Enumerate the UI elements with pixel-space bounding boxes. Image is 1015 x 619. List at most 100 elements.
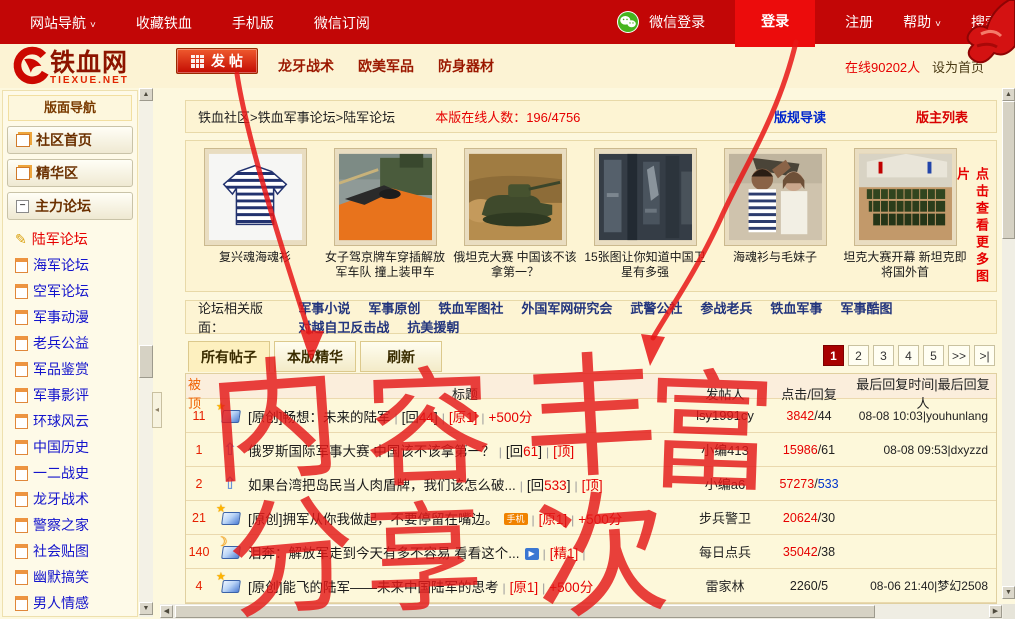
post-title-text: 俄罗斯国际军事大赛 中国该不该拿第一？	[248, 444, 495, 459]
wechat-login-link[interactable]: 微信登录	[649, 12, 705, 32]
related-board-link[interactable]: 对越自卫反击战	[298, 320, 389, 335]
sidebar-collapse-handle[interactable]: ◂	[152, 392, 162, 428]
page-button[interactable]: 3	[873, 345, 894, 366]
poster-name[interactable]: 每日点兵	[682, 542, 768, 561]
poster-name[interactable]: 小编413	[682, 440, 768, 459]
separator: |	[582, 547, 585, 561]
separator: |	[395, 411, 398, 425]
thumbnail-caption[interactable]: 海魂衫与毛妹子	[710, 250, 840, 265]
poster-name[interactable]: lsy1991cy	[682, 408, 768, 423]
sidebar-forum-link[interactable]: 军品鉴赏	[3, 356, 137, 382]
scroll-right-icon[interactable]: ▶	[989, 605, 1002, 618]
thumbnail-caption[interactable]: 俄坦克大赛 中国该不该拿第一？	[450, 250, 580, 280]
related-board-link[interactable]: 参战老兵	[700, 301, 752, 316]
tab-board-digest[interactable]: 本版精华	[274, 341, 356, 372]
thumbnail-image[interactable]	[334, 148, 437, 246]
related-board-link[interactable]: 外国军网研究会	[521, 301, 612, 316]
thumbnail-caption[interactable]: 复兴魂海魂衫	[190, 250, 320, 265]
page-button[interactable]: 5	[923, 345, 944, 366]
post-title-link[interactable]: [原创]能飞的陆军——未来中国陆军的思考|[原1]|+500分	[248, 576, 682, 596]
post-title-link[interactable]: [原创]畅想：未来的陆军|[回44]|[原1]|+500分	[248, 406, 682, 426]
page-scrollbar-thumb[interactable]	[1002, 101, 1015, 239]
sidebar-forum-link[interactable]: 空军论坛	[3, 278, 137, 304]
header-quick-link[interactable]: 防身器材	[438, 56, 494, 76]
more-images-link[interactable]: 点击查看更多图片	[953, 167, 991, 291]
site-logo[interactable]: 铁血网 TIEXUE.NET	[6, 46, 129, 91]
page-button[interactable]: 1	[823, 345, 844, 366]
poster-name[interactable]: 小编a6	[682, 474, 768, 493]
register-link[interactable]: 注册	[845, 12, 873, 32]
board-rules-link[interactable]: 版规导读	[774, 107, 826, 126]
related-board-link[interactable]: 抗美援朝	[407, 320, 459, 335]
sidebar-scrollbar-thumb[interactable]	[139, 345, 153, 378]
login-button[interactable]: 登录	[735, 0, 815, 47]
sidebar-forum-link[interactable]: 海军论坛	[3, 252, 137, 278]
sidebar-forum-link[interactable]: 幽默搞笑	[3, 564, 137, 590]
horizontal-scrollbar-thumb[interactable]	[175, 605, 875, 618]
thumbnail-image[interactable]	[724, 148, 827, 246]
related-board-link[interactable]: 铁血军事	[770, 301, 822, 316]
page-button[interactable]: 4	[898, 345, 919, 366]
related-board-link[interactable]: 铁血军图社	[438, 301, 503, 316]
related-board-link[interactable]: 军事小说	[298, 301, 350, 316]
post-title-link[interactable]: 泪奔：解放军走到今天有多不容易 看看这个...▶|[精1]|	[248, 542, 682, 562]
sidebar-forum-link[interactable]: 警察之家	[3, 512, 137, 538]
sidebar-section-button[interactable]: −主力论坛	[7, 192, 133, 220]
related-board-link[interactable]: 军事原创	[368, 301, 420, 316]
topbar-menu-item[interactable]: 手机版	[232, 13, 274, 33]
sidebar-forum-link[interactable]: 社会贴图	[3, 538, 137, 564]
post-row: 1⇧俄罗斯国际军事大赛 中国该不该拿第一？|[回61]|[顶]小编4131598…	[186, 433, 996, 467]
new-post-button[interactable]: 发 帖	[176, 48, 258, 74]
thumbnail-caption[interactable]: 15张图让你知道中国卫星有多强	[580, 250, 710, 280]
thumbnail-caption[interactable]: 女子驾京牌车穿插解放军车队 撞上装甲车	[320, 250, 450, 280]
sidebar-forum-link[interactable]: 军事动漫	[3, 304, 137, 330]
poster-name[interactable]: 雷家林	[682, 576, 768, 595]
sidebar-forum-link[interactable]: 中国历史	[3, 434, 137, 460]
chevron-down-icon: ˅	[90, 20, 96, 31]
scroll-down-icon[interactable]: ▼	[1002, 586, 1015, 599]
thumbnail-image[interactable]	[854, 148, 957, 246]
sidebar-forum-link[interactable]: ✎陆军论坛	[3, 226, 137, 252]
sidebar-section-button[interactable]: 社区首页	[7, 126, 133, 154]
topbar-menu-item[interactable]: 网站导航˅	[30, 13, 96, 33]
sidebar-forum-link[interactable]: 环球风云	[3, 408, 137, 434]
click-reply-count: 35042/38	[768, 545, 850, 559]
post-title-link[interactable]: 如果台湾把岛民当人肉盾牌，我们该怎么破...|[回533]|[顶]	[248, 474, 682, 494]
up-count: 21	[186, 511, 212, 525]
refresh-tab[interactable]: 刷新	[360, 341, 442, 372]
related-board-link[interactable]: 武警公社	[630, 301, 682, 316]
sidebar-section-button[interactable]: 精华区	[7, 159, 133, 187]
post-title-link[interactable]: [原创]拥军从你我做起，不要停留在嘴边。手机|[原1]|+500分	[248, 508, 682, 528]
poster-name[interactable]: 步兵警卫	[682, 508, 768, 527]
sidebar-forum-link[interactable]: 男人情感	[3, 590, 137, 616]
header-quick-link[interactable]: 龙牙战术	[278, 56, 334, 76]
scroll-down-icon[interactable]: ▼	[139, 602, 153, 615]
help-menu[interactable]: 帮助˅	[903, 12, 941, 32]
sidebar-forum-link[interactable]: 龙牙战术	[3, 486, 137, 512]
thumbnail-image[interactable]	[464, 148, 567, 246]
scroll-up-icon[interactable]: ▲	[1002, 88, 1015, 101]
sidebar-forum-link[interactable]: 一二战史	[3, 460, 137, 486]
tiexue-forum-page: 网站导航˅收藏铁血手机版微信订阅 微信登录 登录 注册 帮助˅ 搜索 铁血网 T…	[0, 0, 1015, 619]
thumbnail-image[interactable]	[594, 148, 697, 246]
sidebar-forum-link[interactable]: 军事影评	[3, 382, 137, 408]
related-board-link[interactable]: 军事酷图	[840, 301, 892, 316]
header-quick-link[interactable]: 欧美军品	[358, 56, 414, 76]
topbar-menu-item[interactable]: 微信订阅	[314, 13, 370, 33]
up-count: 11	[186, 409, 212, 423]
thumbnail-caption[interactable]: 坦克大赛开幕 新坦克即将国外首	[840, 250, 970, 280]
scroll-up-icon[interactable]: ▲	[139, 88, 153, 101]
page-button[interactable]: >|	[974, 345, 995, 366]
topbar-menu-item[interactable]: 收藏铁血	[136, 13, 192, 33]
scroll-left-icon[interactable]: ◀	[160, 605, 173, 618]
tab-all-posts[interactable]: 所有帖子	[188, 341, 270, 372]
sidebar-forum-link[interactable]: 老兵公益	[3, 330, 137, 356]
up-count: 1	[186, 443, 212, 457]
sticky-up-icon: ⇧	[223, 474, 237, 493]
page-button[interactable]: >>	[948, 345, 970, 366]
post-title-link[interactable]: 俄罗斯国际军事大赛 中国该不该拿第一？|[回61]|[顶]	[248, 440, 682, 460]
moderator-list-link[interactable]: 版主列表	[916, 107, 968, 126]
page-button[interactable]: 2	[848, 345, 869, 366]
thumbnail-image[interactable]	[204, 148, 307, 246]
breadcrumb[interactable]: 铁血社区>铁血军事论坛>陆军论坛	[198, 107, 395, 126]
